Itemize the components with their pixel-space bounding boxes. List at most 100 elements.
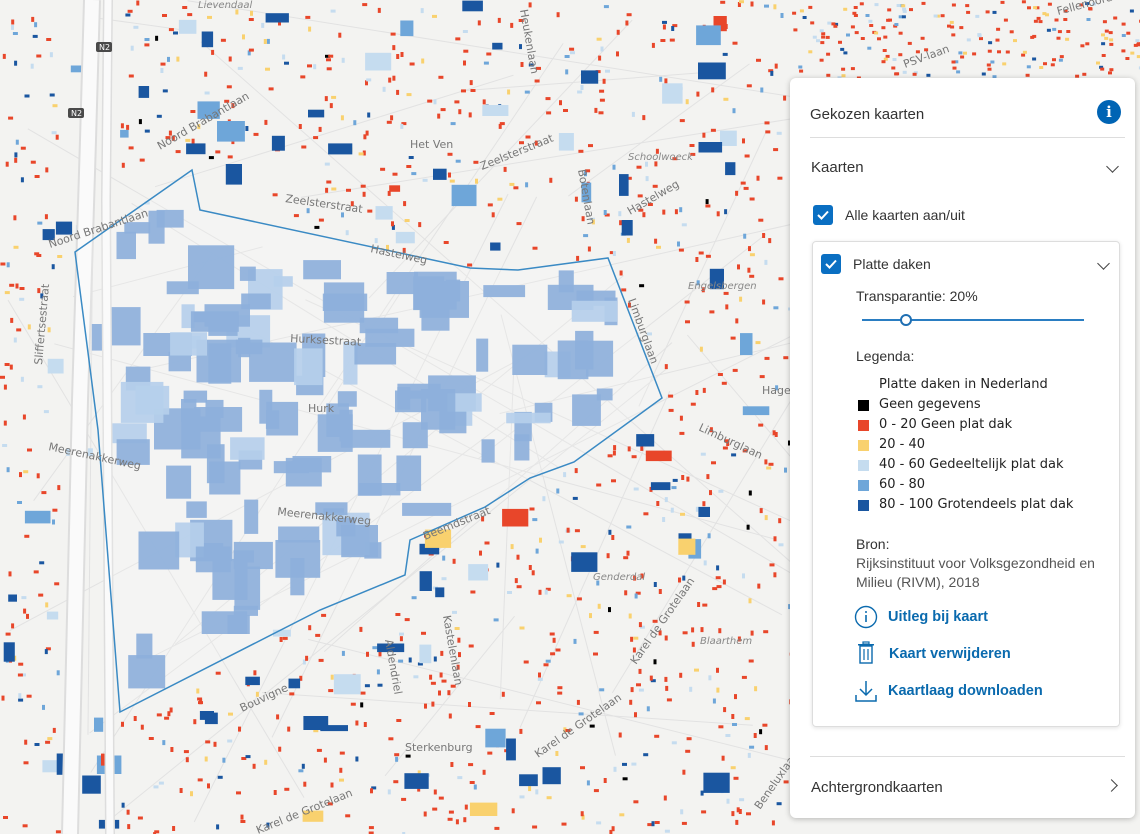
building (951, 60, 956, 64)
building (305, 15, 311, 19)
building (222, 757, 226, 763)
building (613, 766, 617, 772)
maps-section-title[interactable]: Kaarten (811, 159, 864, 176)
download-layer-link[interactable]: Kaartlaag downloaden (888, 683, 1043, 699)
building (144, 129, 150, 133)
building (298, 124, 302, 129)
building (626, 237, 630, 243)
building (681, 475, 685, 480)
building (330, 9, 336, 13)
building (1135, 39, 1140, 43)
building (685, 749, 691, 753)
building (574, 196, 578, 202)
building (1052, 27, 1057, 31)
building (570, 51, 575, 55)
building (148, 737, 154, 740)
building (217, 121, 245, 142)
place-label: Lievendaal (198, 0, 253, 11)
building (670, 507, 674, 513)
building (732, 108, 736, 114)
transparency-slider[interactable] (862, 319, 1084, 321)
building (605, 69, 610, 73)
chevron-down-icon[interactable] (1106, 160, 1119, 173)
building (825, 35, 830, 39)
building (519, 44, 522, 50)
building (958, 51, 963, 55)
building (819, 29, 824, 33)
building (996, 27, 1001, 31)
building (671, 741, 677, 745)
building (546, 111, 552, 115)
building (51, 131, 57, 135)
building (253, 670, 257, 676)
building (709, 310, 715, 314)
building (49, 93, 55, 97)
building (557, 686, 563, 690)
building (264, 119, 268, 125)
background-maps-section[interactable]: Achtergrondkaarten (811, 779, 943, 796)
building (678, 577, 681, 583)
building (799, 9, 804, 13)
building (450, 122, 456, 126)
building (394, 753, 400, 757)
building (9, 283, 15, 287)
chevron-right-icon[interactable] (1105, 779, 1118, 792)
building (843, 51, 848, 55)
building (725, 304, 729, 310)
building (8, 116, 14, 120)
building (631, 455, 637, 459)
building (24, 94, 30, 98)
building (11, 24, 14, 30)
building (127, 824, 131, 830)
building (207, 15, 212, 19)
building (389, 185, 401, 192)
building (1050, 63, 1055, 67)
building (360, 702, 364, 708)
building (966, 10, 971, 14)
place-label: Hage (762, 384, 791, 397)
building (679, 431, 685, 435)
building (2, 444, 8, 447)
building (887, 8, 892, 12)
building (307, 64, 312, 68)
building (331, 187, 337, 191)
source-text: Milieu (RIVM), 2018 (856, 574, 980, 590)
building (723, 707, 727, 713)
building (663, 795, 667, 801)
building (732, 368, 738, 372)
trash-icon[interactable] (856, 641, 876, 665)
building (42, 704, 45, 710)
building (773, 306, 779, 310)
building (1096, 61, 1100, 65)
building (730, 766, 736, 770)
remove-map-link[interactable]: Kaart verwijderen (889, 646, 1011, 662)
building (580, 766, 585, 770)
building (988, 41, 993, 45)
building (979, 37, 983, 41)
building (199, 711, 214, 720)
info-icon[interactable]: i (1097, 100, 1121, 124)
building (487, 203, 493, 207)
building (578, 149, 584, 153)
explain-map-link[interactable]: Uitleg bij kaart (888, 609, 988, 625)
download-icon[interactable] (854, 679, 878, 703)
building (640, 445, 644, 451)
building (535, 548, 539, 554)
building (468, 644, 474, 648)
building (607, 454, 613, 458)
building (619, 174, 629, 196)
building (1109, 38, 1114, 42)
building (1021, 53, 1026, 57)
building (315, 633, 321, 637)
building (190, 110, 196, 113)
layer-checkbox[interactable] (821, 254, 841, 274)
legend-label: 60 - 80 (879, 477, 926, 492)
building (447, 152, 453, 156)
place-label: Blaarthem (700, 636, 752, 647)
info-circle-icon[interactable] (854, 605, 878, 629)
building (433, 656, 437, 662)
building (662, 20, 667, 24)
building (19, 472, 22, 478)
building (17, 673, 23, 677)
all-maps-checkbox[interactable] (813, 205, 833, 225)
